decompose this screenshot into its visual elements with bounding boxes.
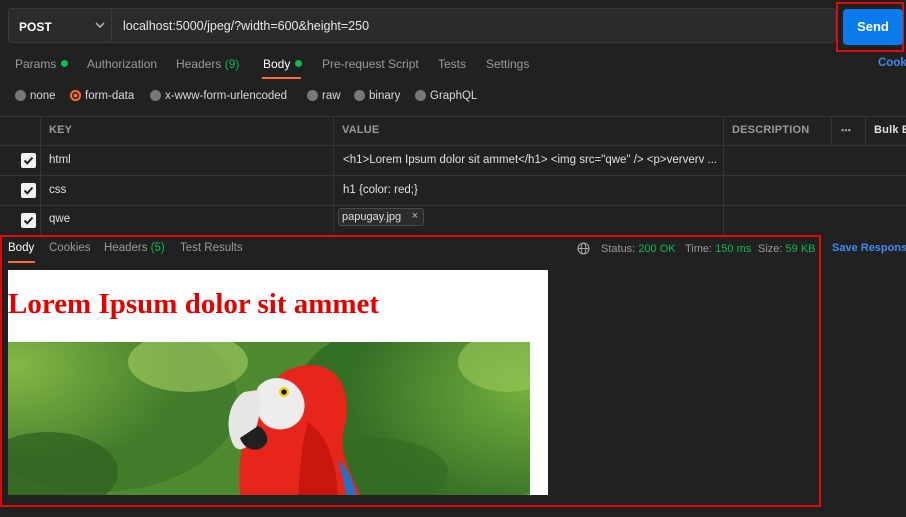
response-tab-headers-count: (5) [150, 242, 165, 254]
status-value: 200 OK [638, 243, 676, 255]
row-checkbox[interactable] [21, 213, 36, 228]
radio-circle-icon [307, 90, 318, 101]
row-checkbox[interactable] [21, 153, 36, 168]
radio-circle-icon [150, 90, 161, 101]
response-tab-cookies[interactable]: Cookies [49, 242, 91, 254]
response-size[interactable]: Size: 59 KB [758, 243, 816, 255]
checkmark-icon [23, 156, 34, 165]
send-button[interactable]: Send [843, 9, 903, 45]
size-value: 59 KB [785, 243, 816, 255]
radio-none[interactable]: none [15, 90, 56, 104]
chevron-down-icon [95, 22, 105, 28]
cookies-link[interactable]: Cook [878, 57, 906, 69]
tab-headers[interactable]: Headers (9) [176, 57, 239, 71]
body-indicator-dot [295, 60, 303, 67]
file-chip: papugay.jpg × [338, 208, 424, 226]
row-value[interactable]: h1 {color: red;} [343, 184, 418, 196]
time-value: 150 ms [715, 243, 752, 255]
radio-binary[interactable]: binary [354, 90, 400, 104]
column-divider [40, 116, 41, 234]
tab-settings[interactable]: Settings [486, 57, 529, 71]
radio-graphql-label: GraphQL [430, 90, 478, 102]
checkmark-icon [23, 216, 34, 225]
column-divider [831, 116, 832, 145]
row-value[interactable]: <h1>Lorem Ipsum dolor sit ammet</h1> <im… [343, 154, 717, 166]
more-options-button[interactable]: ••• [841, 125, 851, 135]
response-preview-image: Lorem Ipsum dolor sit ammet [8, 270, 548, 495]
url-text: localhost:5000/jpeg/?width=600&height=25… [123, 19, 370, 33]
status-label: Status: [601, 243, 636, 255]
radio-binary-label: binary [369, 90, 401, 102]
response-tab-headers-label: Headers [104, 242, 148, 254]
radio-circle-icon [354, 90, 365, 101]
column-header-description: DESCRIPTION [732, 124, 810, 136]
tab-body[interactable]: Body [263, 57, 303, 71]
column-divider [723, 116, 724, 234]
response-status[interactable]: Status: 200 OK [601, 243, 676, 255]
radio-circle-icon [415, 90, 426, 101]
globe-icon[interactable] [577, 242, 590, 255]
radio-form-data[interactable]: form-data [70, 90, 134, 104]
table-border [0, 145, 906, 146]
tab-authorization[interactable]: Authorization [87, 57, 157, 71]
url-input[interactable]: localhost:5000/jpeg/?width=600&height=25… [111, 8, 836, 43]
method-label: POST [19, 20, 52, 34]
response-tab-headers[interactable]: Headers (5) [104, 242, 165, 254]
save-response-button[interactable]: Save Respons [832, 242, 906, 254]
file-name: papugay.jpg [342, 211, 402, 223]
send-highlight-box: Send [836, 2, 904, 52]
table-border [0, 116, 906, 117]
active-tab-underline [262, 77, 301, 79]
form-data-table: KEY VALUE DESCRIPTION ••• Bulk E html <h… [0, 116, 906, 234]
radio-raw[interactable]: raw [307, 90, 341, 104]
row-key[interactable]: css [49, 184, 66, 196]
radio-urlencoded[interactable]: x-www-form-urlencoded [150, 90, 287, 104]
tab-headers-count: (9) [224, 57, 240, 71]
time-label: Time: [685, 243, 713, 255]
column-divider [865, 116, 866, 145]
radio-none-label: none [30, 90, 56, 102]
tab-headers-label: Headers [176, 57, 222, 71]
radio-graphql[interactable]: GraphQL [415, 90, 477, 104]
tab-body-label: Body [263, 57, 291, 71]
table-border [0, 175, 906, 176]
column-divider [333, 116, 334, 234]
row-key[interactable]: qwe [49, 213, 70, 225]
method-select[interactable]: POST [8, 8, 111, 43]
radio-circle-icon [15, 90, 26, 101]
row-key[interactable]: html [49, 154, 71, 166]
column-header-value: VALUE [342, 124, 380, 136]
response-time[interactable]: Time: 150 ms [685, 243, 751, 255]
params-indicator-dot [61, 60, 69, 67]
radio-raw-label: raw [322, 90, 341, 102]
radio-urlencoded-label: x-www-form-urlencoded [165, 90, 288, 102]
column-header-key: KEY [49, 124, 73, 136]
row-checkbox[interactable] [21, 183, 36, 198]
size-label: Size: [758, 243, 783, 255]
tab-prerequest-script[interactable]: Pre-request Script [322, 57, 419, 71]
remove-file-icon[interactable]: × [412, 210, 418, 222]
radio-form-data-label: form-data [85, 90, 135, 102]
checkmark-icon [23, 186, 34, 195]
bulk-edit-button[interactable]: Bulk E [874, 124, 906, 136]
response-tab-test-results[interactable]: Test Results [180, 242, 243, 254]
tab-params[interactable]: Params [15, 57, 69, 71]
table-border [0, 205, 906, 206]
response-tab-body[interactable]: Body [8, 242, 34, 254]
parrot-photo [8, 342, 530, 495]
tab-params-label: Params [15, 57, 57, 71]
radio-selected-icon [70, 90, 81, 101]
preview-heading: Lorem Ipsum dolor sit ammet [8, 288, 380, 320]
response-active-tab-underline [8, 261, 35, 263]
tab-tests[interactable]: Tests [438, 57, 466, 71]
